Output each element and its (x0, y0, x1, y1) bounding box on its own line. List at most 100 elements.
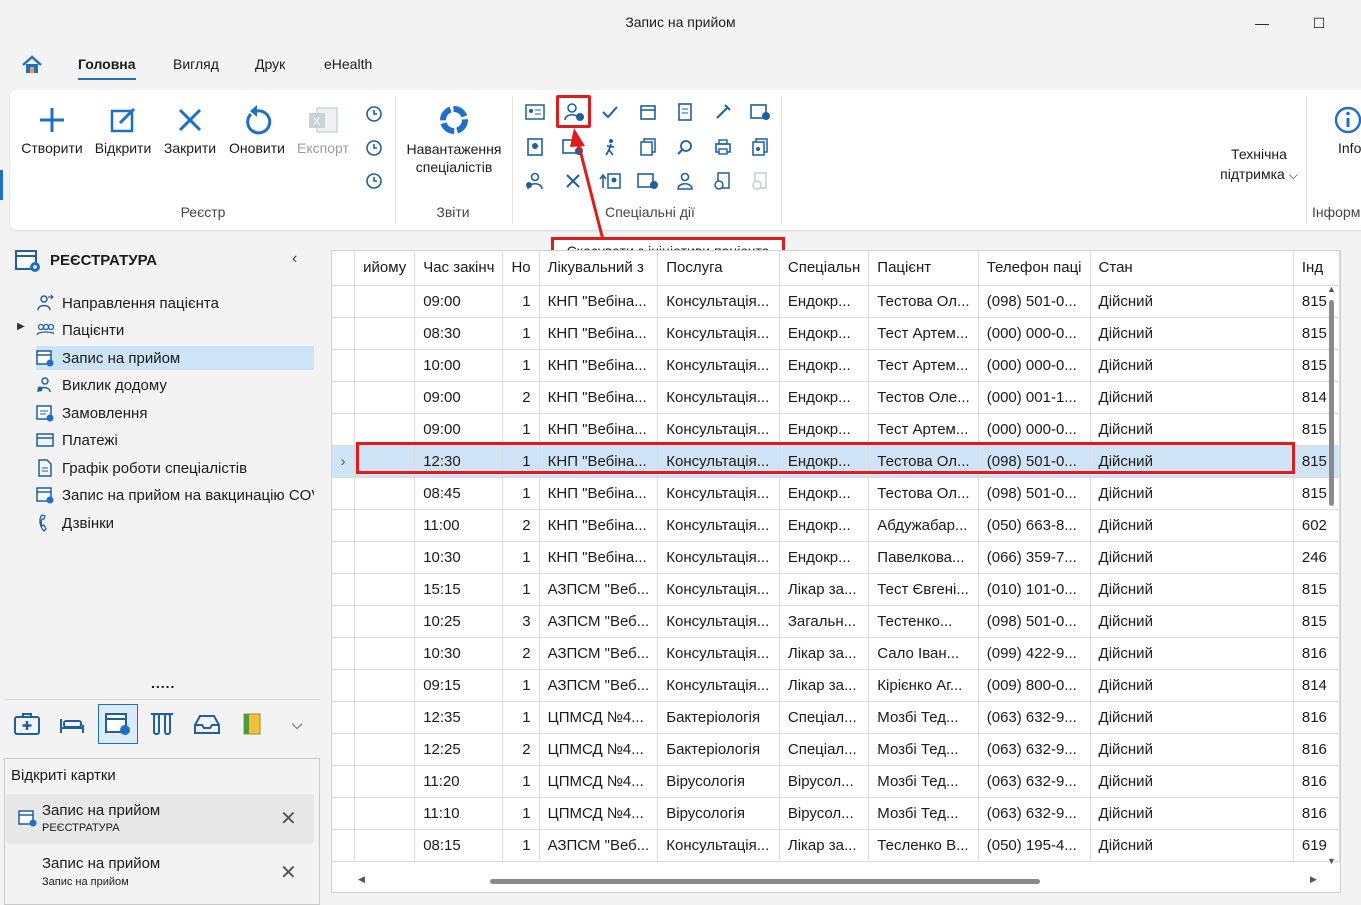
open-card[interactable]: Запис на прийом РЕЄСТРАТУРА ✕ (6, 794, 314, 844)
table-cell[interactable]: 15:15 (414, 573, 504, 606)
table-cell[interactable]: Дійсний (1090, 285, 1294, 318)
table-cell[interactable]: 1 (502, 797, 540, 830)
table-cell[interactable] (354, 413, 416, 446)
table-cell[interactable]: Тест Артем... (868, 317, 979, 350)
table-cell[interactable]: Лікар за... (779, 829, 870, 862)
table-cell[interactable]: 2 (502, 637, 540, 670)
row-indicator[interactable] (332, 733, 356, 766)
nav-item-appointments[interactable]: Запис на прийом (36, 346, 314, 370)
table-cell[interactable]: (009) 800-0... (978, 669, 1091, 702)
more-dots[interactable]: ..... (151, 675, 175, 691)
table-cell[interactable] (354, 477, 416, 510)
table-cell[interactable]: Дійсний (1090, 765, 1294, 798)
calendar-minus-icon[interactable] (636, 169, 660, 193)
nav-item-referral[interactable]: Направлення пацієнта (36, 291, 314, 315)
column-header[interactable]: Но (502, 251, 540, 286)
table-cell[interactable]: Тестова Ол... (868, 477, 979, 510)
table-cell[interactable]: Мозбі Тед... (868, 797, 979, 830)
table-cell[interactable]: (000) 000-0... (978, 349, 1091, 382)
table-cell[interactable]: 1 (502, 413, 540, 446)
table-cell[interactable]: (099) 422-9... (978, 637, 1091, 670)
workload-button[interactable]: Навантаження спеціалістів (400, 100, 508, 175)
table-cell[interactable]: АЗПСМ "Веб... (539, 637, 659, 670)
table-cell[interactable]: Бактеріологія (657, 701, 780, 734)
table-cell[interactable]: (063) 632-9... (978, 733, 1091, 766)
scroll-right-icon[interactable]: ▶ (1310, 874, 1317, 885)
table-cell[interactable]: Дійсний (1090, 701, 1294, 734)
table-cell[interactable]: Ендокр... (779, 541, 870, 574)
table-row[interactable]: 08:30 1 КНП "Вебіна... Консультація... Ендок… (332, 317, 1340, 350)
scroll-down-icon[interactable]: ▼ (1327, 856, 1336, 866)
table-cell[interactable]: Дійсний (1090, 573, 1294, 606)
calendar-add-icon[interactable] (748, 100, 772, 124)
table-cell[interactable]: 12:25 (414, 733, 504, 766)
table-cell[interactable]: Консультація... (657, 381, 780, 414)
table-cell[interactable]: 1 (502, 445, 540, 478)
vertical-scrollbar[interactable]: ▲ ▼ (1325, 284, 1339, 868)
minimize-button[interactable]: — (1242, 8, 1282, 38)
table-cell[interactable]: КНП "Вебіна... (539, 445, 659, 478)
clock-icon[interactable] (362, 169, 386, 193)
table-cell[interactable]: КНП "Вебіна... (539, 509, 659, 542)
table-cell[interactable]: 1 (502, 669, 540, 702)
documents-icon[interactable] (748, 135, 772, 159)
row-indicator[interactable] (332, 541, 356, 574)
scroll-thumb[interactable] (490, 879, 1040, 884)
table-cell[interactable] (354, 381, 416, 414)
table-cell[interactable]: Ендокр... (779, 381, 870, 414)
table-cell[interactable]: Мозбі Тед... (868, 765, 979, 798)
table-cell[interactable]: Дійсний (1090, 381, 1294, 414)
open-button[interactable]: Відкрити (90, 100, 156, 170)
table-cell[interactable]: 1 (502, 349, 540, 382)
table-row[interactable]: 11:20 1 ЦПМСД №4... Вірусологія Вірусол... Мо… (332, 765, 1340, 798)
row-indicator[interactable] (332, 413, 356, 446)
table-cell[interactable]: Тестов Оле... (868, 381, 979, 414)
column-header[interactable]: Пацієнт (868, 251, 979, 286)
table-cell[interactable]: 11:10 (414, 797, 504, 830)
table-cell[interactable]: (098) 501-0... (978, 605, 1091, 638)
table-row[interactable]: 15:15 1 АЗПСМ "Веб... Консультація... Лікар … (332, 573, 1340, 606)
table-cell[interactable]: АЗПСМ "Веб... (539, 829, 659, 862)
info-button[interactable]: Info (1328, 100, 1361, 170)
nav-item-vaccination[interactable]: Запис на прийом на вакцинацію COVID-19 (36, 483, 314, 507)
table-cell[interactable]: Консультація... (657, 541, 780, 574)
table-cell[interactable]: 1 (502, 765, 540, 798)
table-cell[interactable]: Консультація... (657, 445, 780, 478)
table-cell[interactable]: Консультація... (657, 317, 780, 350)
table-cell[interactable]: Абдужабар... (868, 509, 979, 542)
table-cell[interactable]: ЦПМСД №4... (539, 701, 659, 734)
table-cell[interactable]: (000) 001-1... (978, 381, 1091, 414)
table-cell[interactable]: АЗПСМ "Веб... (539, 573, 659, 606)
table-cell[interactable]: Дійсний (1090, 413, 1294, 446)
table-cell[interactable]: Ендокр... (779, 477, 870, 510)
table-cell[interactable]: (010) 101-0... (978, 573, 1091, 606)
column-header[interactable]: Інд (1293, 251, 1340, 286)
table-row[interactable]: 09:00 2 КНП "Вебіна... Консультація... Ендок… (332, 381, 1340, 414)
table-cell[interactable]: Дійсний (1090, 445, 1294, 478)
nav-item-calls[interactable]: Дзвінки (36, 511, 314, 535)
table-cell[interactable]: Спеціал... (779, 701, 870, 734)
table-cell[interactable]: Ендокр... (779, 285, 870, 318)
table-cell[interactable]: Сало Іван... (868, 637, 979, 670)
row-indicator[interactable] (332, 605, 356, 638)
table-row[interactable]: 09:00 1 КНП "Вебіна... Консультація... Ендок… (332, 413, 1340, 446)
table-cell[interactable] (354, 541, 416, 574)
table-cell[interactable]: Ендокр... (779, 445, 870, 478)
table-cell[interactable] (354, 797, 416, 830)
table-row[interactable]: 09:00 1 КНП "Вебіна... Консультація... Ендок… (332, 285, 1340, 318)
calendar-icon[interactable] (636, 100, 660, 124)
table-cell[interactable]: Тестова Ол... (868, 445, 979, 478)
table-row[interactable]: › 12:30 1 КНП "Вебіна... Консультація... Ендо… (332, 445, 1340, 478)
table-cell[interactable]: (050) 195-4... (978, 829, 1091, 862)
table-cell[interactable]: КНП "Вебіна... (539, 477, 659, 510)
table-cell[interactable]: Консультація... (657, 829, 780, 862)
table-cell[interactable]: 11:20 (414, 765, 504, 798)
table-cell[interactable]: Дійсний (1090, 317, 1294, 350)
open-card[interactable]: Запис на прийом Запис на прийом ✕ (6, 848, 314, 898)
row-indicator[interactable] (332, 765, 356, 798)
person-icon[interactable] (673, 169, 697, 193)
table-cell[interactable]: 1 (502, 285, 540, 318)
table-cell[interactable]: Дійсний (1090, 509, 1294, 542)
chevron-down-icon[interactable]: ⌵ (279, 706, 315, 742)
column-header[interactable]: Лікувальний з (539, 251, 659, 286)
